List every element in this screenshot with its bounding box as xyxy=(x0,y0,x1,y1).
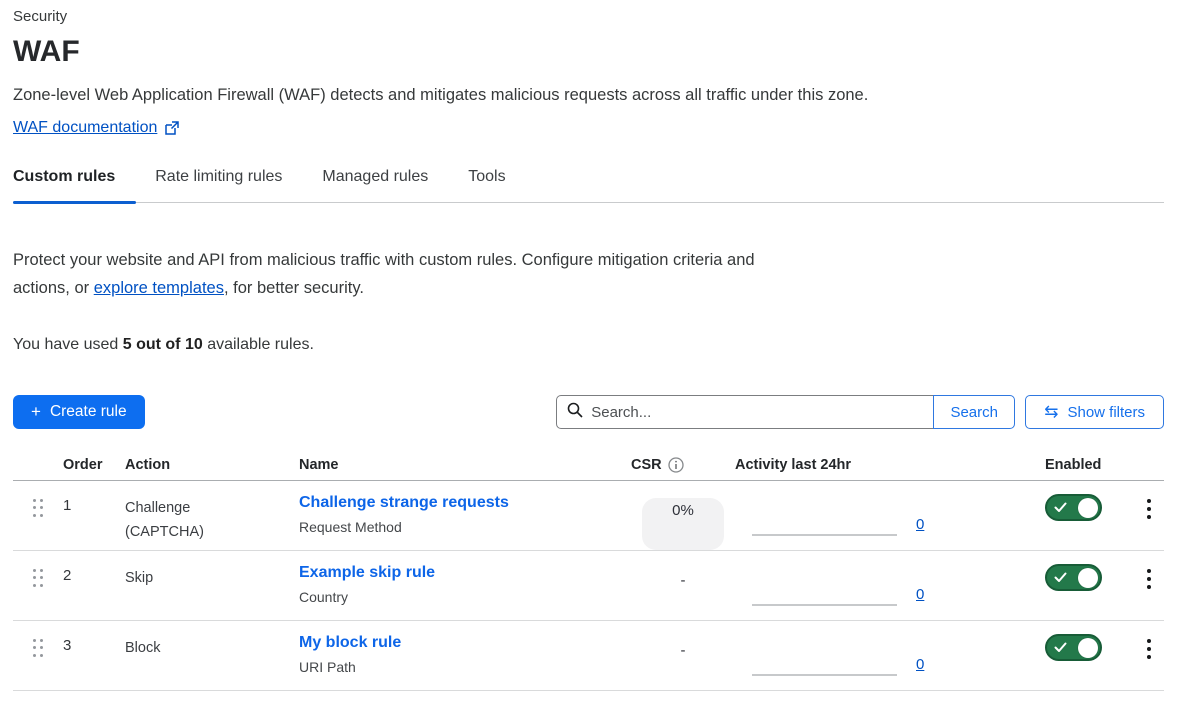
external-link-icon xyxy=(164,121,179,136)
page-title: WAF xyxy=(13,35,1164,69)
header-menu-spacer xyxy=(1133,457,1164,473)
enabled-toggle[interactable] xyxy=(1045,494,1102,521)
check-icon xyxy=(1054,572,1067,583)
csr-value: - xyxy=(642,638,724,690)
header-csr: CSR xyxy=(631,457,662,473)
activity-count-link[interactable]: 0 xyxy=(916,586,924,603)
rule-order: 2 xyxy=(63,551,125,620)
check-icon xyxy=(1054,642,1067,653)
header-name: Name xyxy=(299,457,631,473)
check-icon xyxy=(1054,502,1067,513)
waf-tabs: Custom rules Rate limiting rules Managed… xyxy=(13,168,1164,203)
table-header-row: Order Action Name CSR Activity last 24hr… xyxy=(13,457,1164,481)
csr-info-icon[interactable] xyxy=(668,457,684,473)
drag-handle[interactable] xyxy=(33,569,43,587)
header-action: Action xyxy=(125,457,299,473)
tab-managed-rules[interactable]: Managed rules xyxy=(322,168,449,202)
create-rule-button[interactable]: + Create rule xyxy=(13,395,145,429)
rule-name-link[interactable]: My block rule xyxy=(299,634,401,652)
usage-text-before: You have used xyxy=(13,336,123,353)
usage-count: 5 out of 10 xyxy=(123,336,203,353)
activity-sparkline xyxy=(752,510,897,536)
enabled-toggle[interactable] xyxy=(1045,564,1102,591)
activity-count-link[interactable]: 0 xyxy=(916,656,924,673)
waf-documentation-link[interactable]: WAF documentation xyxy=(13,119,157,137)
tab-custom-rules[interactable]: Custom rules xyxy=(13,168,136,202)
csr-value: - xyxy=(642,568,724,620)
rule-name-link[interactable]: Challenge strange requests xyxy=(299,494,509,512)
header-order: Order xyxy=(63,457,125,473)
breadcrumb-security: Security xyxy=(13,8,1164,25)
header-drag-spacer xyxy=(13,457,63,473)
csr-badge: 0% xyxy=(642,498,724,550)
toggle-knob xyxy=(1078,568,1098,588)
activity-sparkline xyxy=(752,650,897,676)
toggle-knob xyxy=(1078,638,1098,658)
table-row: 3 Block My block rule URI Path - 0 xyxy=(13,621,1164,691)
rules-table: Order Action Name CSR Activity last 24hr… xyxy=(13,457,1164,691)
search-button[interactable]: Search xyxy=(933,395,1015,429)
drag-handle[interactable] xyxy=(33,499,43,517)
intro-text-after: , for better security. xyxy=(224,279,364,297)
rule-action: Block xyxy=(125,621,225,690)
rule-field: Request Method xyxy=(299,519,631,535)
show-filters-button[interactable]: ⇆ Show filters xyxy=(1025,395,1164,429)
filters-swap-icon: ⇆ xyxy=(1044,402,1058,422)
show-filters-label: Show filters xyxy=(1067,404,1145,421)
search-box xyxy=(556,395,934,429)
kebab-menu-button[interactable] xyxy=(1141,637,1157,690)
plus-icon: + xyxy=(31,402,41,422)
rule-field: Country xyxy=(299,589,631,605)
waf-page: Security WAF Zone-level Web Application … xyxy=(0,0,1177,691)
rules-toolbar: + Create rule Search ⇆ Show filters xyxy=(13,395,1164,429)
kebab-menu-button[interactable] xyxy=(1141,567,1157,620)
custom-rules-intro: Protect your website and API from malici… xyxy=(13,246,758,302)
rule-name-link[interactable]: Example skip rule xyxy=(299,564,435,582)
create-rule-label: Create rule xyxy=(50,403,127,421)
rule-action: Challenge (CAPTCHA) xyxy=(125,481,225,550)
explore-templates-link[interactable]: explore templates xyxy=(94,279,224,297)
rule-order: 3 xyxy=(63,621,125,690)
rules-usage-text: You have used 5 out of 10 available rule… xyxy=(13,336,1164,354)
enabled-toggle[interactable] xyxy=(1045,634,1102,661)
table-row: 2 Skip Example skip rule Country - 0 xyxy=(13,551,1164,621)
activity-sparkline xyxy=(752,580,897,606)
rule-action: Skip xyxy=(125,551,225,620)
search-icon xyxy=(567,402,583,423)
kebab-menu-button[interactable] xyxy=(1141,497,1157,550)
header-activity: Activity last 24hr xyxy=(735,457,1045,473)
page-description: Zone-level Web Application Firewall (WAF… xyxy=(13,84,1164,106)
drag-handle[interactable] xyxy=(33,639,43,657)
table-row: 1 Challenge (CAPTCHA) Challenge strange … xyxy=(13,481,1164,551)
activity-count-link[interactable]: 0 xyxy=(916,516,924,533)
rule-field: URI Path xyxy=(299,659,631,675)
header-enabled: Enabled xyxy=(1045,457,1133,473)
tab-rate-limiting-rules[interactable]: Rate limiting rules xyxy=(155,168,303,202)
rule-order: 1 xyxy=(63,481,125,550)
toggle-knob xyxy=(1078,498,1098,518)
usage-text-after: available rules. xyxy=(203,336,314,353)
tab-tools[interactable]: Tools xyxy=(468,168,526,202)
search-input[interactable] xyxy=(591,404,923,421)
